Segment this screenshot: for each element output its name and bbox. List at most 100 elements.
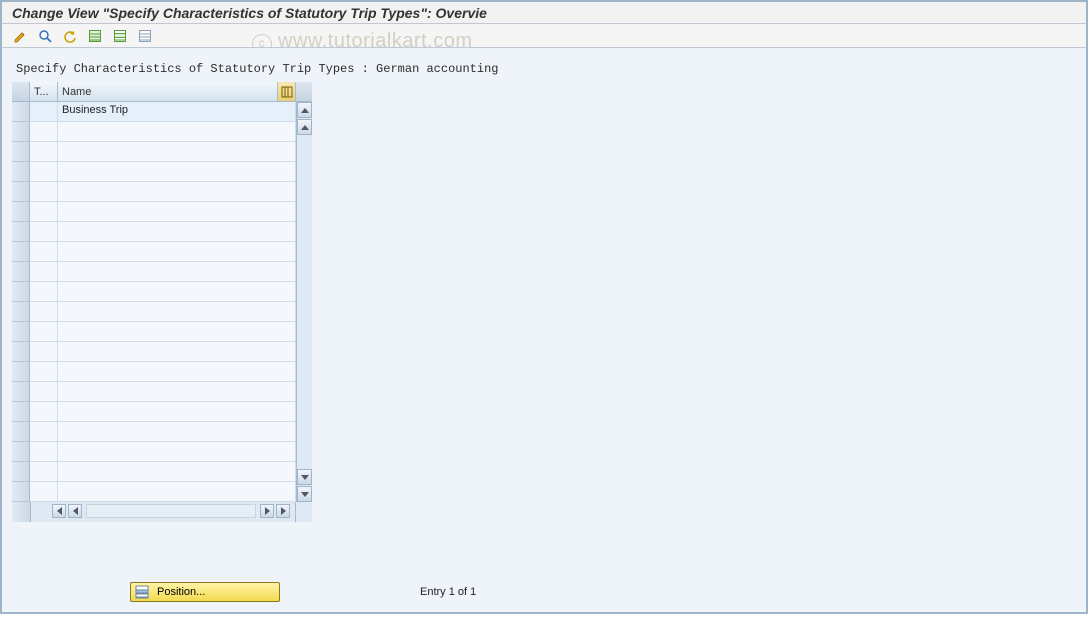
row-selector[interactable]: [12, 122, 30, 142]
cell-type[interactable]: [30, 102, 58, 122]
cell-name[interactable]: [58, 222, 296, 242]
scroll-right-button[interactable]: [260, 504, 274, 518]
configure-columns-button[interactable]: [278, 82, 296, 102]
horizontal-scrollbar[interactable]: [12, 502, 312, 522]
position-icon: [135, 585, 149, 599]
table-select-block-icon: [113, 29, 127, 43]
cell-type[interactable]: [30, 122, 58, 142]
cell-type[interactable]: [30, 402, 58, 422]
cell-name[interactable]: [58, 242, 296, 262]
grid-header-scrollgap: [296, 82, 312, 102]
grid-corner[interactable]: [12, 82, 30, 102]
undo-arrow-icon: [63, 29, 77, 43]
row-selector[interactable]: [12, 222, 30, 242]
undo-button[interactable]: [58, 25, 82, 47]
table-select-all-icon: [88, 29, 102, 43]
row-selector[interactable]: [12, 482, 30, 502]
cell-name[interactable]: [58, 282, 296, 302]
row-selector[interactable]: [12, 162, 30, 182]
row-selector[interactable]: [12, 322, 30, 342]
row-selector[interactable]: [12, 422, 30, 442]
row-selector[interactable]: [12, 362, 30, 382]
scroll-first-button[interactable]: [297, 102, 312, 118]
row-selector[interactable]: [12, 342, 30, 362]
table-row: [12, 442, 296, 462]
cell-name[interactable]: [58, 482, 296, 502]
vertical-scrollbar[interactable]: [296, 102, 312, 502]
table-row: [12, 482, 296, 502]
position-button[interactable]: Position...: [130, 582, 280, 602]
cell-type[interactable]: [30, 442, 58, 462]
cell-name[interactable]: [58, 382, 296, 402]
scroll-left-button[interactable]: [68, 504, 82, 518]
page-title: Change View "Specify Characteristics of …: [12, 5, 487, 21]
row-selector[interactable]: [12, 262, 30, 282]
table-row: [12, 302, 296, 322]
scroll-down-button[interactable]: [297, 469, 312, 485]
scroll-leftmost-button[interactable]: [52, 504, 66, 518]
cell-type[interactable]: [30, 322, 58, 342]
cell-name[interactable]: Business Trip: [58, 102, 296, 122]
table-row: Business Trip: [12, 102, 296, 122]
cell-name[interactable]: [58, 402, 296, 422]
row-selector[interactable]: [12, 102, 30, 122]
deselect-all-button[interactable]: [133, 25, 157, 47]
table-row: [12, 422, 296, 442]
toolbar: [2, 24, 1086, 48]
row-selector[interactable]: [12, 402, 30, 422]
cell-name[interactable]: [58, 122, 296, 142]
table-row: [12, 242, 296, 262]
edit-button[interactable]: [8, 25, 32, 47]
cell-type[interactable]: [30, 362, 58, 382]
row-selector[interactable]: [12, 302, 30, 322]
cell-type[interactable]: [30, 142, 58, 162]
cell-type[interactable]: [30, 482, 58, 502]
cell-type[interactable]: [30, 182, 58, 202]
cell-type[interactable]: [30, 202, 58, 222]
cell-type[interactable]: [30, 262, 58, 282]
cell-type[interactable]: [30, 462, 58, 482]
cell-name[interactable]: [58, 142, 296, 162]
scroll-up-button[interactable]: [297, 119, 312, 135]
scroll-rightmost-button[interactable]: [276, 504, 290, 518]
cell-type[interactable]: [30, 282, 58, 302]
cell-type[interactable]: [30, 342, 58, 362]
select-block-button[interactable]: [108, 25, 132, 47]
cell-name[interactable]: [58, 322, 296, 342]
cell-name[interactable]: [58, 182, 296, 202]
cell-name[interactable]: [58, 202, 296, 222]
cell-name[interactable]: [58, 462, 296, 482]
cell-type[interactable]: [30, 242, 58, 262]
row-selector[interactable]: [12, 242, 30, 262]
grid-panel: T... Name Business Trip: [12, 82, 312, 522]
cell-name[interactable]: [58, 302, 296, 322]
row-selector[interactable]: [12, 202, 30, 222]
row-selector[interactable]: [12, 382, 30, 402]
cell-name[interactable]: [58, 442, 296, 462]
cell-name[interactable]: [58, 342, 296, 362]
row-selector[interactable]: [12, 182, 30, 202]
col-header-type[interactable]: T...: [30, 82, 58, 102]
cell-name[interactable]: [58, 262, 296, 282]
table-row: [12, 462, 296, 482]
table-row: [12, 122, 296, 142]
cell-type[interactable]: [30, 162, 58, 182]
table-config-icon: [281, 86, 293, 98]
cell-type[interactable]: [30, 382, 58, 402]
row-selector[interactable]: [12, 282, 30, 302]
row-selector[interactable]: [12, 462, 30, 482]
col-header-name[interactable]: Name: [58, 82, 278, 102]
scroll-last-button[interactable]: [297, 486, 312, 502]
details-button[interactable]: [33, 25, 57, 47]
hscroll-track[interactable]: [86, 504, 256, 518]
row-selector[interactable]: [12, 142, 30, 162]
row-selector[interactable]: [12, 442, 30, 462]
cell-type[interactable]: [30, 222, 58, 242]
cell-name[interactable]: [58, 362, 296, 382]
cell-type[interactable]: [30, 302, 58, 322]
select-all-button[interactable]: [83, 25, 107, 47]
cell-type[interactable]: [30, 422, 58, 442]
cell-name[interactable]: [58, 162, 296, 182]
entry-status: Entry 1 of 1: [420, 586, 476, 598]
cell-name[interactable]: [58, 422, 296, 442]
